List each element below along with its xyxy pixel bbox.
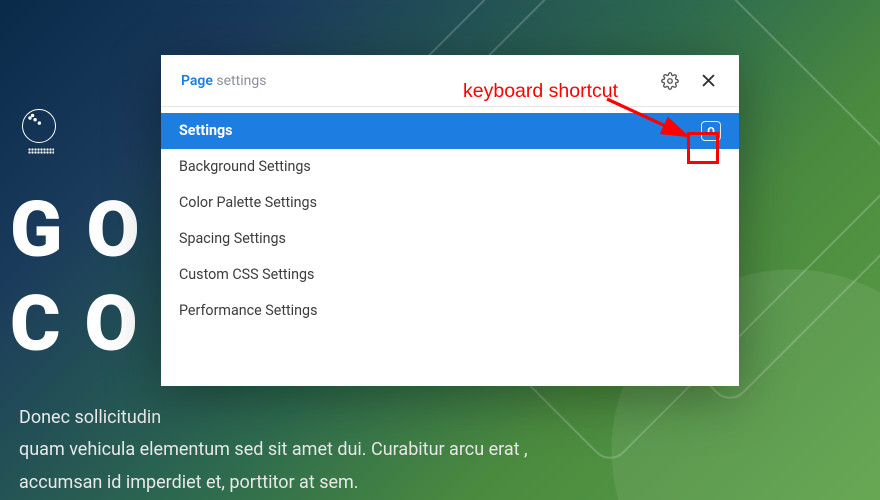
hero-paragraph: Donec sollicitudin quam vehicula element… — [19, 402, 528, 499]
list-item-custom-css[interactable]: Custom CSS Settings — [161, 257, 739, 293]
settings-modal: Page settings Settings O Background Se — [161, 55, 739, 386]
list-item-label: Settings — [179, 123, 233, 139]
modal-title: Page settings — [181, 73, 266, 89]
header-icons — [657, 68, 721, 94]
list-item-label: Performance Settings — [179, 303, 317, 319]
list-item-label: Custom CSS Settings — [179, 267, 314, 283]
modal-title-highlight: Page — [181, 73, 213, 89]
close-icon[interactable] — [696, 68, 721, 93]
list-item-spacing[interactable]: Spacing Settings — [161, 221, 739, 257]
annotation-label: keyboard shortcut — [463, 80, 618, 103]
shortcut-badge: O — [701, 121, 721, 141]
paragraph-line: quam vehicula elementum sed sit amet dui… — [19, 434, 528, 466]
modal-header: Page settings — [161, 55, 739, 107]
gear-icon[interactable] — [657, 68, 683, 94]
list-item-color-palette[interactable]: Color Palette Settings — [161, 185, 739, 221]
list-item-label: Color Palette Settings — [179, 195, 317, 211]
paragraph-line: Donec sollicitudin — [19, 402, 528, 434]
logo-icon — [22, 109, 56, 143]
paragraph-line: accumsan id imperdiet et, porttitor at s… — [19, 467, 528, 499]
logo-dots — [28, 148, 54, 154]
list-item-label: Spacing Settings — [179, 231, 286, 247]
modal-title-rest: settings — [213, 73, 267, 89]
list-item-background[interactable]: Background Settings — [161, 149, 739, 185]
list-item-label: Background Settings — [179, 159, 311, 175]
list-item-settings[interactable]: Settings O — [161, 113, 739, 149]
list-item-performance[interactable]: Performance Settings — [161, 293, 739, 329]
settings-list: Settings O Background Settings Color Pal… — [161, 107, 739, 329]
